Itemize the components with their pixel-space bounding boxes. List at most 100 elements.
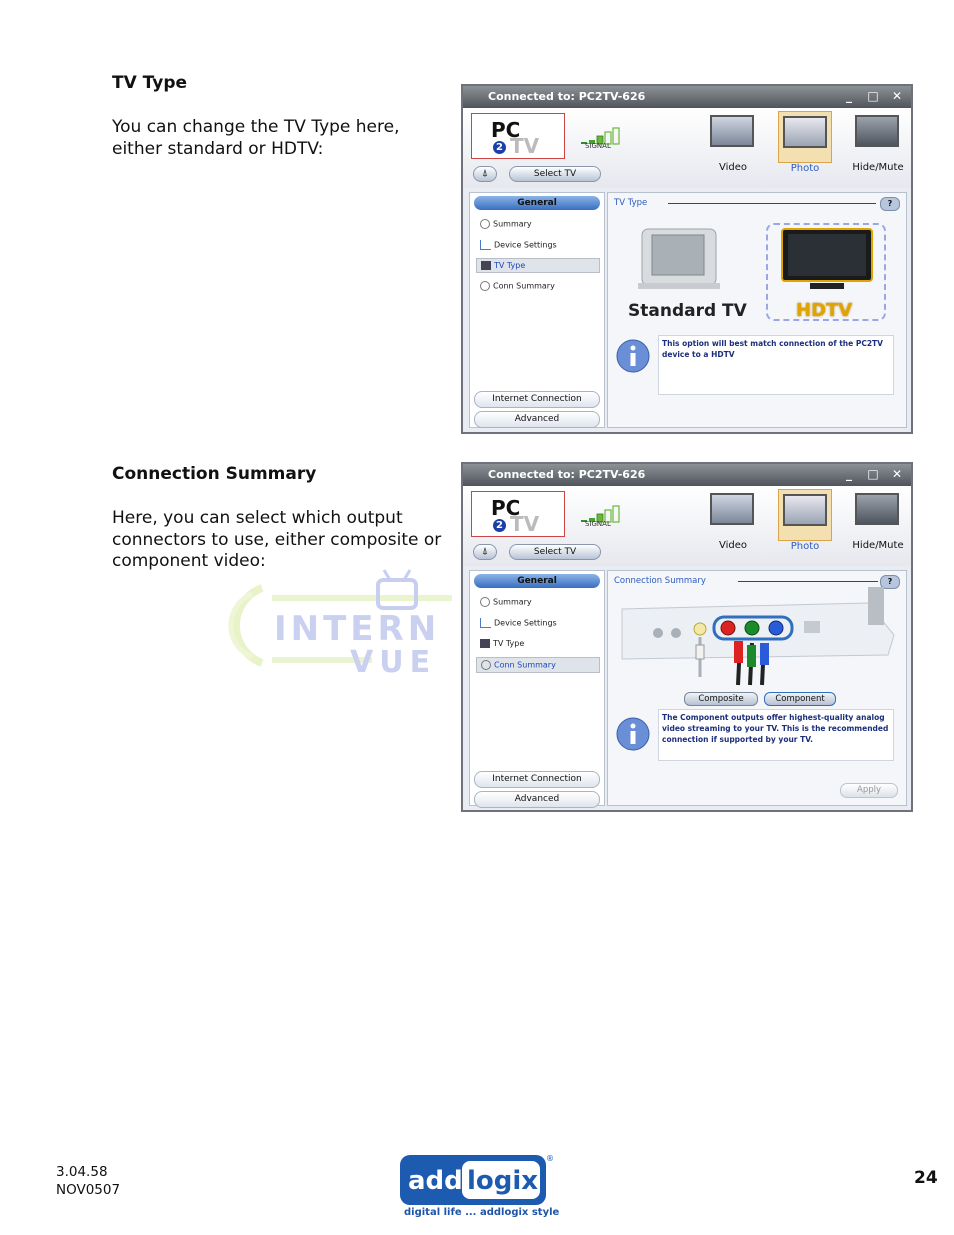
description-line: Here, you can select which output (112, 508, 403, 528)
close-button[interactable]: ✕ (887, 466, 907, 483)
mode-video[interactable]: Video (706, 111, 760, 181)
maximize-button[interactable]: □ (863, 466, 883, 483)
sidebar-item-device-settings[interactable]: Device Settings (480, 618, 557, 628)
mode-label: Photo (790, 541, 820, 552)
connection-summary-description: Here, you can select which output connec… (112, 508, 457, 573)
mode-label: Hide/Mute (852, 540, 904, 551)
sidebar-item-summary[interactable]: Summary (480, 219, 532, 229)
sidebar-item-tv-type[interactable]: TV Type (480, 639, 524, 648)
info-icon (616, 717, 650, 751)
antenna-button[interactable]: ⍋ (473, 166, 497, 182)
sidebar-item-label: Conn Summary (493, 281, 555, 291)
mode-label: Hide/Mute (852, 162, 904, 173)
signal-label: SIGNAL (585, 142, 611, 150)
hdtv-label: HDTV (796, 300, 853, 321)
sidebar-general-header[interactable]: General (474, 574, 600, 588)
sidebar-item-label: TV Type (494, 261, 526, 270)
composite-button[interactable]: Composite (684, 692, 758, 706)
mode-label: Photo (790, 163, 820, 174)
hide-mute-icon (855, 115, 899, 147)
sidebar: General Summary Device Settings TV Type … (469, 192, 605, 428)
sidebar-item-label: Summary (493, 597, 532, 607)
app-window-tv-type: Connected to: PC2TV-626 _ □ ✕ PC 2 TV SI… (461, 84, 913, 434)
sidebar-item-summary[interactable]: Summary (480, 597, 532, 607)
advanced-button[interactable]: Advanced (474, 411, 600, 428)
hdtv-image (781, 228, 873, 289)
internet-connection-button[interactable]: Internet Connection (474, 771, 600, 788)
video-icon (710, 115, 754, 147)
info-icon (616, 339, 650, 373)
mode-label: Video (718, 540, 748, 551)
logo-tv-text: TV (510, 512, 540, 536)
app-window-connection-summary: Connected to: PC2TV-626 _ □ ✕ PC 2 TV SI… (461, 462, 913, 812)
title-bar: Connected to: PC2TV-626 _ □ ✕ (463, 86, 911, 108)
conn-summary-icon (481, 660, 491, 670)
info-text: The Component outputs offer highest-qual… (658, 709, 894, 761)
window-title: Connected to: PC2TV-626 (488, 468, 646, 481)
sidebar-item-label: Conn Summary (494, 660, 556, 670)
minimize-button[interactable]: _ (839, 88, 859, 105)
advanced-button[interactable]: Advanced (474, 791, 600, 808)
tv-type-icon (481, 261, 491, 270)
panel-title: TV Type (614, 198, 648, 208)
antenna-icon: ⍋ (482, 168, 488, 179)
help-button[interactable]: ? (880, 197, 900, 211)
watermark-line1: INTERN (274, 609, 440, 649)
antenna-icon: ⍋ (482, 546, 488, 557)
summary-icon (480, 597, 490, 607)
logo-2-badge: 2 (493, 141, 506, 154)
maximize-button[interactable]: □ (863, 88, 883, 105)
select-tv-button[interactable]: Select TV (509, 544, 601, 560)
mode-photo[interactable]: Photo (778, 111, 832, 174)
brand-logix: logix (467, 1166, 538, 1196)
standard-tv-label: Standard TV (628, 301, 747, 321)
minimize-button[interactable]: _ (839, 466, 859, 483)
logo-tv-text: TV (510, 134, 540, 158)
heading-tv-type: TV Type (112, 73, 188, 93)
mode-photo[interactable]: Photo (778, 489, 832, 552)
internvue-watermark: INTERN VUE (228, 569, 452, 678)
standard-tv-image[interactable] (638, 227, 720, 291)
mode-hide-mute[interactable]: Hide/Mute (851, 111, 905, 181)
sidebar-item-conn-summary[interactable]: Conn Summary (480, 281, 555, 291)
brand-tagline: digital life ... addlogix style (404, 1207, 560, 1218)
sidebar-general-header[interactable]: General (474, 196, 600, 210)
conn-summary-icon (480, 281, 490, 291)
component-button[interactable]: Component (764, 692, 836, 706)
watermark-line2: VUE (350, 645, 436, 678)
info-text: This option will best match connection o… (658, 335, 894, 395)
description-line: connectors to use, either composite or (112, 529, 442, 550)
sidebar-item-label: Device Settings (494, 240, 557, 250)
brand-registered: ® (546, 1154, 554, 1163)
hide-mute-icon (855, 493, 899, 525)
device-settings-icon (480, 618, 491, 628)
internet-connection-button[interactable]: Internet Connection (474, 391, 600, 408)
photo-icon (783, 494, 827, 526)
antenna-button[interactable]: ⍋ (473, 544, 497, 560)
sidebar-item-device-settings[interactable]: Device Settings (480, 240, 557, 250)
mode-video[interactable]: Video (706, 489, 760, 559)
connection-summary-panel: Connection Summary ? Composite Component (607, 570, 907, 806)
sidebar-item-label: Device Settings (494, 618, 557, 628)
logo-2-badge: 2 (493, 519, 506, 532)
tv-type-description: You can change the TV Type here, either … (112, 117, 452, 160)
select-tv-button[interactable]: Select TV (509, 166, 601, 182)
mode-hide-mute[interactable]: Hide/Mute (851, 489, 905, 559)
tv-type-panel: TV Type ? Standard TV HDTV This option w… (607, 192, 907, 428)
sidebar-item-conn-summary[interactable]: Conn Summary (476, 657, 600, 673)
sidebar: General Summary Device Settings TV Type … (469, 570, 605, 808)
sidebar-item-tv-type[interactable]: TV Type (476, 258, 600, 273)
apply-button[interactable]: Apply (840, 783, 898, 798)
footer-version: 3.04.58 NOV0507 (56, 1163, 120, 1199)
summary-icon (480, 219, 490, 229)
title-bar: Connected to: PC2TV-626 _ □ ✕ (463, 464, 911, 486)
description-line: You can change the TV Type here, (112, 117, 400, 137)
sidebar-item-label: Summary (493, 219, 532, 229)
close-button[interactable]: ✕ (887, 88, 907, 105)
sidebar-item-label: TV Type (493, 639, 525, 648)
signal-label: SIGNAL (585, 520, 611, 528)
pc2tv-logo: PC 2 TV (471, 113, 565, 159)
brand-add: add (408, 1166, 463, 1196)
description-line: either standard or HDTV: (112, 138, 324, 159)
page-number: 24 (914, 1168, 938, 1188)
